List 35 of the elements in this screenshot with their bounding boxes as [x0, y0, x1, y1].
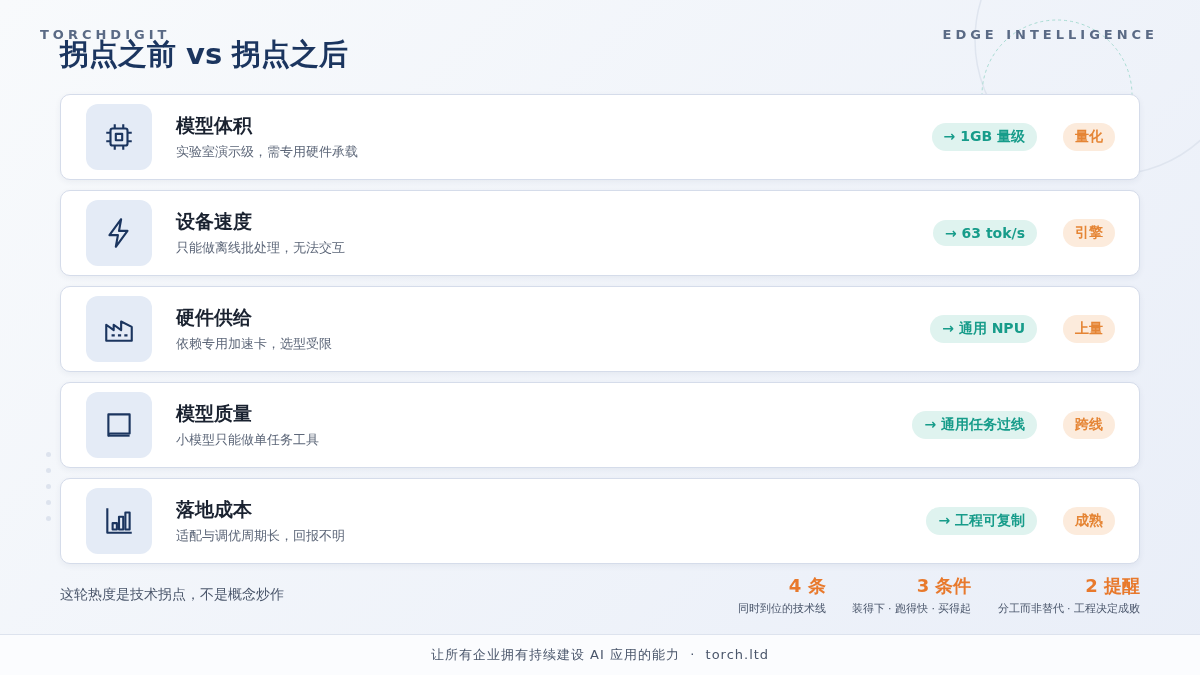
- book-icon: [86, 392, 152, 458]
- card-description: 小模型只能做单任务工具: [176, 431, 320, 449]
- card-description: 依赖专用加速卡，选型受限: [176, 335, 333, 353]
- tag-pill: 引擎: [1063, 219, 1115, 247]
- result-pill: → 通用 NPU: [930, 315, 1037, 343]
- summary-text: 这轮热度是技术拐点，不是概念炒作: [60, 586, 284, 604]
- stat-value: 2 提醒: [1085, 574, 1140, 598]
- lightning-icon: [86, 200, 152, 266]
- card-title: 落地成本: [176, 497, 253, 522]
- dot-pattern: [45, 451, 51, 521]
- card-description: 只能做离线批处理，无法交互: [176, 239, 346, 257]
- stat-label: 分工而非替代 · 工程决定成败: [997, 601, 1140, 616]
- stat-value: 3 条件: [916, 574, 972, 598]
- factory-icon: [86, 296, 152, 362]
- stat-value: 4 条: [788, 574, 826, 598]
- result-pill: → 工程可复制: [926, 507, 1037, 535]
- result-pill: → 通用任务过线: [912, 411, 1037, 439]
- card-title: 模型质量: [176, 401, 253, 426]
- result-pill: → 63 tok/s: [932, 220, 1037, 246]
- tag-pill: 成熟: [1063, 507, 1115, 535]
- bar-chart-icon: [86, 488, 152, 554]
- tagline-label: EDGE INTELLIGENCE: [942, 27, 1158, 42]
- tag-pill: 跨线: [1063, 411, 1115, 439]
- stat-label: 装得下 · 跑得快 · 买得起: [851, 601, 972, 616]
- tag-pill: 上量: [1063, 315, 1115, 343]
- card-title: 设备速度: [176, 209, 253, 234]
- footer-text: 让所有企业拥有持续建设 AI 应用的能力 · torch.ltd: [430, 646, 770, 664]
- result-pill: → 1GB 量级: [931, 123, 1037, 151]
- card-description: 适配与调优周期长，回报不明: [176, 527, 346, 545]
- card-title: 硬件供给: [176, 305, 253, 330]
- card-title: 模型体积: [176, 113, 254, 138]
- chip-icon: [86, 104, 152, 170]
- tag-pill: 量化: [1063, 123, 1115, 151]
- card-description: 实验室演示级，需专用硬件承载: [176, 143, 359, 161]
- stat-label: 同时到位的技术线: [737, 601, 826, 616]
